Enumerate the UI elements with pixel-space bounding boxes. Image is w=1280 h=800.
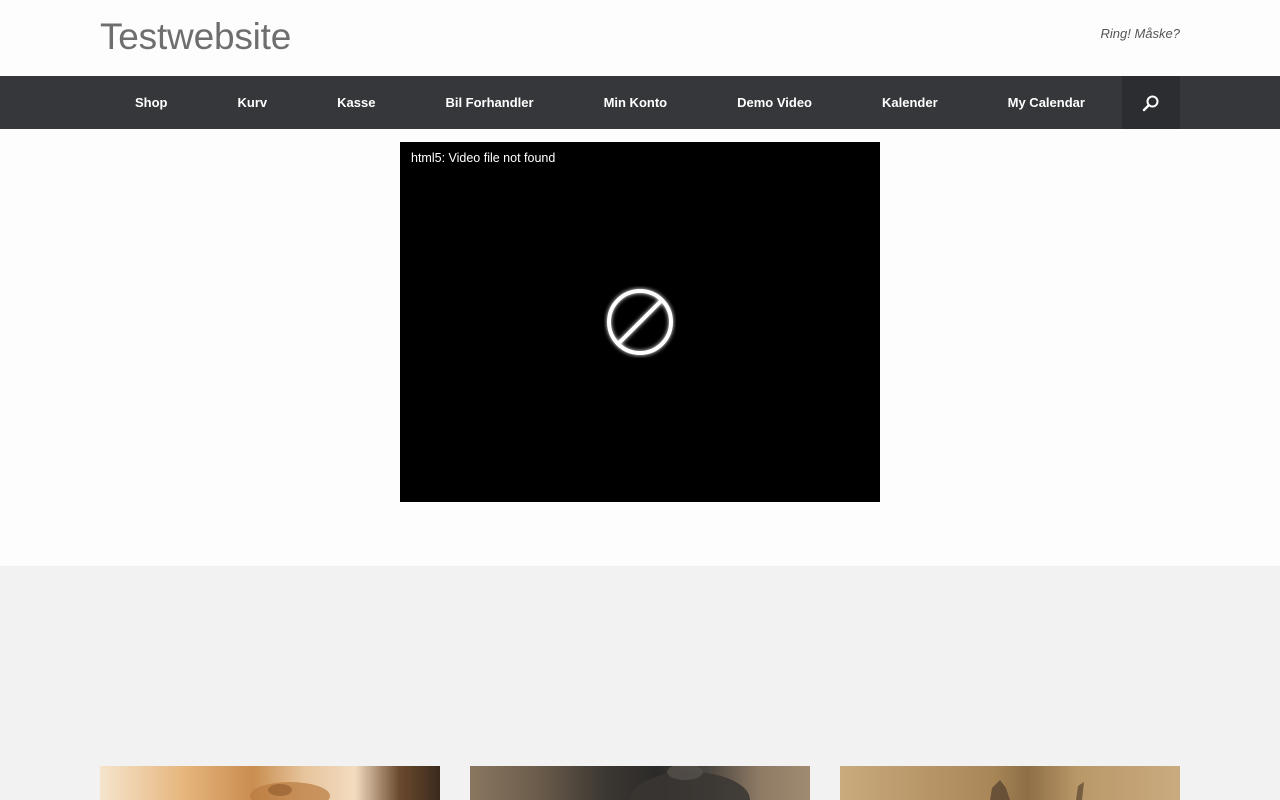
lion-photo-shape	[250, 782, 330, 800]
site-header: Testwebsite Ring! Måske?	[0, 0, 1280, 76]
nav-item-min-konto[interactable]: Min Konto	[569, 76, 703, 129]
nav-item-kalender[interactable]: Kalender	[847, 76, 973, 129]
nav-menu: Shop Kurv Kasse Bil Forhandler Min Konto…	[100, 76, 1180, 129]
nav-item-my-calendar[interactable]: My Calendar	[973, 76, 1120, 129]
video-player[interactable]: html5: Video file not found	[400, 142, 880, 502]
search-icon	[1142, 95, 1159, 111]
antelope-photo-shape	[990, 780, 1084, 800]
main-nav: Shop Kurv Kasse Bil Forhandler Min Konto…	[0, 76, 1280, 129]
nav-item-shop[interactable]: Shop	[100, 76, 203, 129]
nav-item-bil-forhandler[interactable]: Bil Forhandler	[410, 76, 568, 129]
content-band	[0, 566, 1280, 800]
site-title[interactable]: Testwebsite	[100, 16, 291, 58]
nav-item-kurv[interactable]: Kurv	[203, 76, 303, 129]
site-tagline: Ring! Måske?	[1100, 26, 1180, 41]
search-toggle-button[interactable]	[1122, 76, 1180, 129]
no-entry-icon	[607, 289, 673, 355]
antelope-photo[interactable]	[840, 766, 1180, 800]
lion-photo[interactable]	[100, 766, 440, 800]
nav-item-demo-video[interactable]: Demo Video	[702, 76, 847, 129]
rhino-photo-shape	[630, 766, 750, 800]
nav-item-kasse[interactable]: Kasse	[302, 76, 410, 129]
rhino-photo[interactable]	[470, 766, 810, 800]
video-error-message: html5: Video file not found	[411, 151, 556, 165]
